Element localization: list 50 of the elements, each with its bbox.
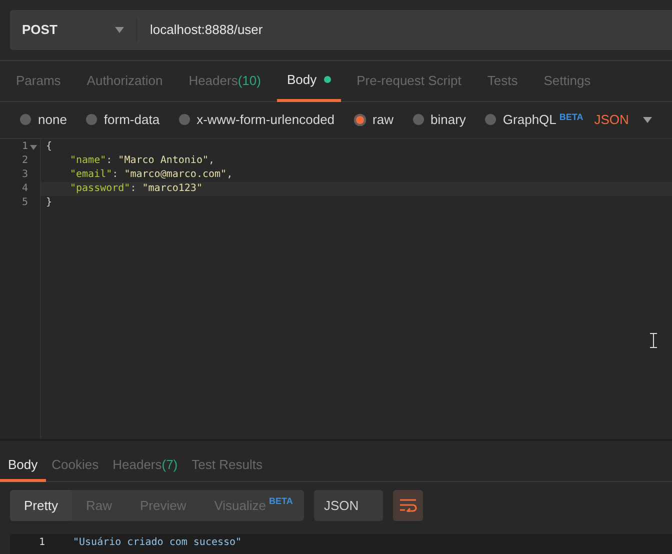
radio-label[interactable]: raw — [372, 112, 394, 128]
caret-icon — [642, 116, 652, 123]
radio-button[interactable] — [20, 114, 31, 126]
format-dropdown[interactable]: JSON — [594, 112, 652, 128]
line-number: 3 — [22, 169, 28, 180]
line-number: 1 — [38, 536, 45, 548]
radio-button[interactable] — [484, 114, 496, 126]
line-number: 1 — [22, 141, 28, 152]
view-tab[interactable]: Pretty — [10, 490, 72, 521]
tab[interactable]: Params — [6, 60, 71, 102]
tab[interactable]: Headers(10) — [178, 60, 271, 102]
radio-label[interactable]: binary — [430, 112, 466, 128]
text-cursor-icon — [650, 332, 657, 348]
radio-button[interactable] — [412, 114, 424, 126]
beta-label: BETA — [559, 112, 584, 122]
radio-button[interactable] — [86, 114, 97, 126]
line-number: 5 — [22, 197, 28, 208]
tab[interactable]: Authorization — [76, 60, 173, 102]
radio-label[interactable]: GraphQL — [502, 112, 556, 128]
radio-label[interactable]: x-www-form-urlencoded — [196, 112, 335, 128]
tab[interactable]: Test Results — [184, 449, 270, 482]
tab[interactable]: Headers(7) — [104, 449, 186, 482]
radio-label[interactable]: form-data — [104, 112, 160, 128]
code-line: } — [46, 197, 52, 208]
tab[interactable]: Tests — [477, 60, 528, 102]
count-label: (10) — [238, 72, 261, 88]
radio-button[interactable] — [354, 114, 366, 126]
tab[interactable]: Body — [276, 60, 341, 102]
line-number: 2 — [22, 155, 28, 166]
wrap-lines-button[interactable] — [393, 490, 423, 521]
wrap-icon — [399, 498, 417, 512]
url-field[interactable]: localhost:8888/user — [137, 22, 263, 38]
line-number: 4 — [22, 183, 28, 194]
format-dropdown[interactable]: JSON — [314, 490, 383, 521]
code-line: { — [46, 141, 52, 152]
tab[interactable]: Cookies — [44, 449, 107, 482]
method-dropdown[interactable]: POST — [10, 16, 137, 43]
radio-label[interactable]: none — [38, 112, 67, 128]
response-line: "Usuário criado com sucesso" — [73, 536, 242, 548]
code-line: "password": "marco123" — [70, 183, 202, 194]
tab[interactable]: Settings — [534, 60, 601, 102]
code-line: "email": "marco@marco.com", — [70, 169, 233, 180]
code-line: "name": "Marco Antonio", — [70, 155, 215, 166]
beta-label: BETA — [269, 496, 293, 506]
radio-button[interactable] — [178, 114, 190, 126]
fold-icon[interactable] — [30, 144, 37, 150]
tab[interactable]: Pre-request Script — [346, 60, 472, 102]
count-label: (7) — [162, 457, 178, 472]
caret-icon — [115, 26, 124, 33]
tab[interactable]: Body — [0, 449, 46, 482]
